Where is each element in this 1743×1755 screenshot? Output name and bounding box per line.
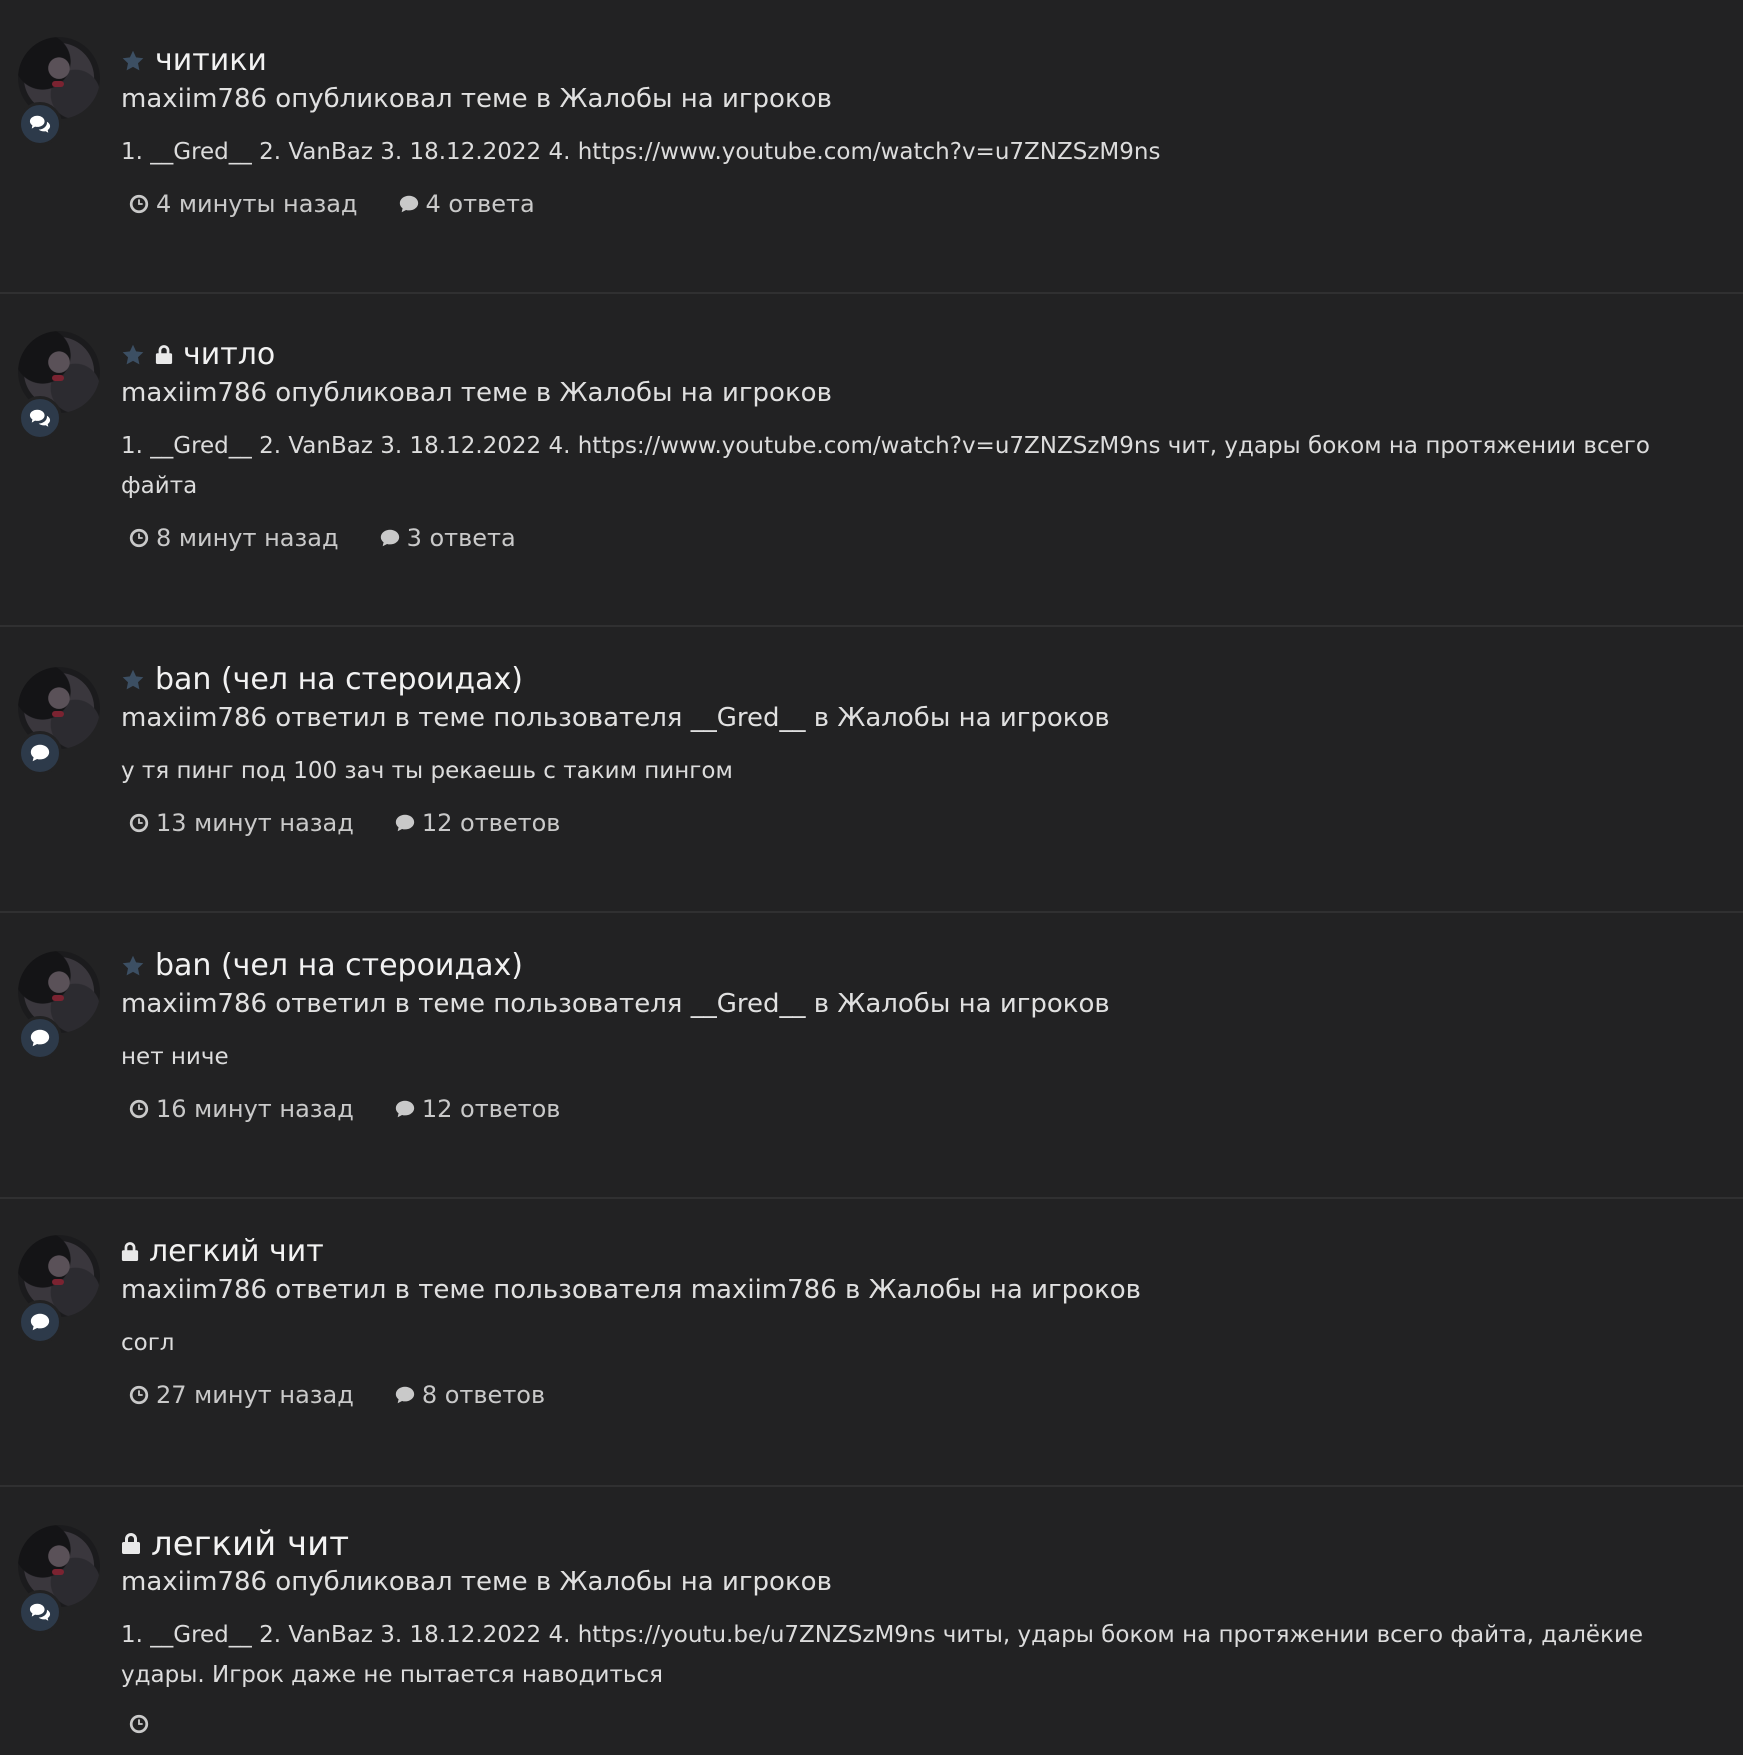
post-snippet: 1. __Gred__ 2. VanBaz 3. 18.12.2022 4. h… xyxy=(121,433,1650,499)
comment-icon xyxy=(18,1300,62,1344)
timestamp[interactable]: 13 минут назад xyxy=(128,809,354,837)
post-snippet: у тя пинг под 100 зач ты рекаешь с таким… xyxy=(121,758,733,784)
comment-icon xyxy=(395,1100,415,1118)
item-stats: 8 минут назад 3 ответа xyxy=(121,524,1723,552)
star-icon xyxy=(122,669,144,690)
comment-icon xyxy=(380,529,399,547)
topic-title[interactable]: читики xyxy=(121,42,1723,80)
topic-title[interactable]: читло xyxy=(121,336,1723,374)
activity-meta[interactable]: maxiim786 опубликовал теме в Жалобы на и… xyxy=(121,82,1723,116)
comments-icon xyxy=(18,1590,62,1634)
timestamp[interactable] xyxy=(128,1713,156,1735)
topic-title-text[interactable]: легкий чит xyxy=(151,1525,349,1563)
star-icon xyxy=(122,344,144,365)
comment-icon xyxy=(399,195,418,213)
timestamp[interactable]: 8 минут назад xyxy=(128,524,339,552)
activity-meta[interactable]: maxiim786 ответил в теме пользователя __… xyxy=(121,987,1723,1021)
reply-count: 3 ответа xyxy=(379,524,516,552)
clock-icon xyxy=(129,1099,149,1119)
reply-count: 4 ответа xyxy=(398,190,535,218)
post-snippet: согл xyxy=(121,1330,175,1356)
post-snippet: 1. __Gred__ 2. VanBaz 3. 18.12.2022 4. h… xyxy=(121,1622,1644,1688)
clock-icon xyxy=(129,813,149,833)
activity-item: читло maxiim786 опубликовал теме в Жалоб… xyxy=(0,294,1743,627)
comments-icon xyxy=(18,102,62,146)
item-stats: 13 минут назад 12 ответов xyxy=(121,809,1723,837)
activity-item: ban (чел на стероидах) maxiim786 ответил… xyxy=(0,627,1743,913)
activity-item: легкий чит maxiim786 опубликовал теме в … xyxy=(0,1487,1743,1755)
lock-icon xyxy=(121,1242,139,1261)
post-snippet: 1. __Gred__ 2. VanBaz 3. 18.12.2022 4. h… xyxy=(121,139,1161,165)
activity-feed: читики maxiim786 опубликовал теме в Жало… xyxy=(0,0,1743,1755)
activity-item: ban (чел на стероидах) maxiim786 ответил… xyxy=(0,913,1743,1199)
clock-icon xyxy=(129,1385,149,1405)
item-stats xyxy=(121,1713,1723,1735)
activity-item: легкий чит maxiim786 ответил в теме поль… xyxy=(0,1199,1743,1487)
comments-icon xyxy=(18,396,62,440)
comment-icon xyxy=(395,814,415,832)
timestamp[interactable]: 16 минут назад xyxy=(128,1095,354,1123)
post-snippet: нет ниче xyxy=(121,1044,229,1070)
lock-icon xyxy=(155,345,173,364)
topic-title-text[interactable]: читло xyxy=(183,336,275,374)
star-icon xyxy=(122,955,144,976)
comment-icon xyxy=(395,1386,415,1404)
clock-icon xyxy=(129,194,149,214)
item-stats: 4 минуты назад 4 ответа xyxy=(121,190,1723,218)
topic-title-text[interactable]: ban (чел на стероидах) xyxy=(155,661,523,699)
activity-meta[interactable]: maxiim786 ответил в теме пользователя __… xyxy=(121,701,1723,735)
topic-title-text[interactable]: читики xyxy=(155,42,267,80)
timestamp[interactable]: 4 минуты назад xyxy=(128,190,358,218)
reply-count: 8 ответов xyxy=(394,1381,545,1409)
reply-count: 12 ответов xyxy=(394,1095,560,1123)
reply-count: 12 ответов xyxy=(394,809,560,837)
clock-icon xyxy=(129,1714,149,1734)
activity-meta[interactable]: maxiim786 опубликовал теме в Жалобы на и… xyxy=(121,1565,1723,1599)
topic-title-text[interactable]: легкий чит xyxy=(149,1233,324,1271)
clock-icon xyxy=(129,528,149,548)
topic-title[interactable]: ban (чел на стероидах) xyxy=(121,947,1723,985)
star-icon xyxy=(122,50,144,71)
topic-title[interactable]: легкий чит xyxy=(121,1525,1723,1563)
activity-meta[interactable]: maxiim786 ответил в теме пользователя ma… xyxy=(121,1273,1723,1307)
comment-icon xyxy=(18,1016,62,1060)
activity-item: читики maxiim786 опубликовал теме в Жало… xyxy=(0,0,1743,294)
item-stats: 16 минут назад 12 ответов xyxy=(121,1095,1723,1123)
item-stats: 27 минут назад 8 ответов xyxy=(121,1381,1723,1409)
topic-title[interactable]: легкий чит xyxy=(121,1233,1723,1271)
topic-title-text[interactable]: ban (чел на стероидах) xyxy=(155,947,523,985)
lock-icon xyxy=(122,1533,140,1554)
timestamp[interactable]: 27 минут назад xyxy=(128,1381,354,1409)
comment-icon xyxy=(18,731,62,775)
topic-title[interactable]: ban (чел на стероидах) xyxy=(121,661,1723,699)
activity-meta[interactable]: maxiim786 опубликовал теме в Жалобы на и… xyxy=(121,376,1723,410)
